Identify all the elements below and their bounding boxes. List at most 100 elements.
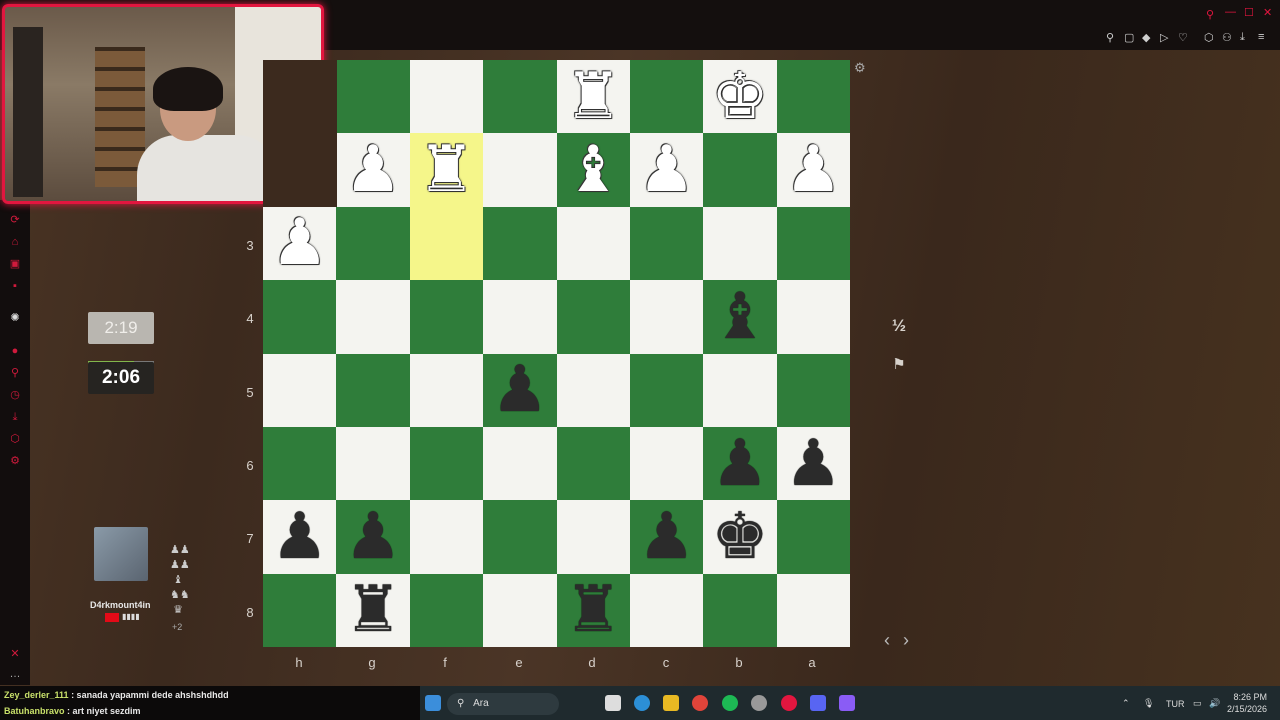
black-bishop-icon[interactable]: ♝ xyxy=(711,285,768,349)
chevron-up-icon[interactable]: ⌃ xyxy=(1122,698,1130,709)
board-square[interactable] xyxy=(776,573,850,647)
black-pawn-icon[interactable]: ♟ xyxy=(638,505,695,569)
board-square[interactable] xyxy=(556,353,630,427)
board-square[interactable] xyxy=(263,426,337,501)
menu-icon[interactable]: ≡ xyxy=(1258,31,1264,43)
start-icon[interactable] xyxy=(425,695,441,711)
minimize-icon[interactable]: — xyxy=(1225,6,1236,18)
resign-button[interactable]: ⚑ xyxy=(885,351,913,379)
board-square[interactable] xyxy=(409,426,484,501)
board-square[interactable] xyxy=(556,500,630,574)
play-icon[interactable]: ▷ xyxy=(1160,31,1168,44)
black-king-icon[interactable]: ♚ xyxy=(711,505,768,569)
board-square[interactable]: ♟ xyxy=(336,133,410,207)
board-square[interactable]: ♜ xyxy=(336,573,410,647)
app-icon[interactable] xyxy=(839,695,855,711)
clock-date[interactable]: 2/15/2026 xyxy=(1227,704,1267,714)
board-square[interactable]: ♝ xyxy=(703,280,777,354)
board-square[interactable] xyxy=(776,353,850,427)
discord-icon[interactable] xyxy=(810,695,826,711)
black-pawn-icon[interactable]: ♟ xyxy=(491,358,548,422)
player-name[interactable]: D4rkmount4in xyxy=(90,600,151,610)
board-square[interactable]: ♟ xyxy=(703,426,777,501)
board-square[interactable] xyxy=(409,206,484,281)
board-square[interactable]: ♚ xyxy=(703,60,777,134)
maximize-icon[interactable]: ☐ xyxy=(1244,6,1254,19)
board-square[interactable] xyxy=(409,500,484,574)
board-square[interactable] xyxy=(629,426,704,501)
twitch-icon[interactable]: ▣ xyxy=(9,258,21,270)
board-square[interactable]: ♟ xyxy=(336,500,410,574)
chatgpt-icon[interactable]: ✺ xyxy=(9,312,21,324)
board-square[interactable] xyxy=(776,60,850,134)
board-square[interactable] xyxy=(409,573,484,647)
board-square[interactable] xyxy=(703,133,777,207)
black-pawn-icon[interactable]: ♟ xyxy=(344,505,401,569)
opera-gx-icon[interactable] xyxy=(781,695,797,711)
board-square[interactable] xyxy=(776,206,850,281)
search-icon[interactable]: ⚲ xyxy=(1206,8,1214,21)
board-square[interactable] xyxy=(629,206,704,281)
previous-move-button[interactable]: ‹ xyxy=(884,630,890,651)
profile-icon[interactable]: ⚇ xyxy=(1222,31,1232,44)
edge-icon[interactable] xyxy=(634,695,650,711)
board-square[interactable] xyxy=(703,206,777,281)
board-settings-icon[interactable]: ⚙ xyxy=(854,60,866,76)
board-square[interactable] xyxy=(336,353,410,427)
network-icon[interactable]: ▭ xyxy=(1193,698,1202,709)
board-square[interactable] xyxy=(483,206,557,281)
more-icon[interactable]: … xyxy=(9,668,21,680)
board-square[interactable]: ♝ xyxy=(556,133,630,207)
black-pawn-icon[interactable]: ♟ xyxy=(785,432,842,496)
clock-time[interactable]: 8:26 PM xyxy=(1227,692,1267,702)
board-square[interactable]: ♟ xyxy=(629,500,704,574)
pin-icon[interactable]: ⚲ xyxy=(1106,31,1114,44)
chrome-icon[interactable] xyxy=(692,695,708,711)
white-pawn-icon[interactable]: ♟ xyxy=(271,211,328,275)
taskbar-search[interactable]: ⚲ Ara xyxy=(447,693,559,715)
language-indicator[interactable]: TUR xyxy=(1166,699,1185,709)
black-pawn-icon[interactable]: ♟ xyxy=(711,432,768,496)
board-square[interactable] xyxy=(483,500,557,574)
board-square[interactable] xyxy=(703,573,777,647)
board-square[interactable]: ♟ xyxy=(263,206,337,281)
extensions-icon[interactable]: ⬡ xyxy=(1204,31,1214,44)
board-square[interactable]: ♟ xyxy=(629,133,704,207)
board-square[interactable] xyxy=(483,60,557,134)
board-square[interactable] xyxy=(483,133,557,207)
board-square[interactable] xyxy=(629,60,704,134)
board-square[interactable] xyxy=(776,500,850,574)
app-icon[interactable]: ▪ xyxy=(9,280,21,292)
board-square[interactable] xyxy=(703,353,777,427)
black-rook-icon[interactable]: ♜ xyxy=(565,578,622,642)
board-square[interactable]: ♟ xyxy=(263,500,337,574)
board-square[interactable] xyxy=(263,573,337,647)
board-square[interactable]: ♜ xyxy=(409,133,484,207)
settings-icon[interactable]: ⚙ xyxy=(9,455,21,467)
board-square[interactable] xyxy=(776,280,850,354)
board-square[interactable]: ♜ xyxy=(556,60,630,134)
board-square[interactable] xyxy=(556,426,630,501)
board-square[interactable] xyxy=(336,426,410,501)
board-square[interactable] xyxy=(409,280,484,354)
board-square[interactable] xyxy=(483,280,557,354)
white-rook-icon[interactable]: ♜ xyxy=(565,65,622,129)
close-icon[interactable]: ✕ xyxy=(1263,6,1272,19)
board-square[interactable] xyxy=(629,573,704,647)
volume-icon[interactable]: 🔊 xyxy=(1209,698,1220,709)
board-square[interactable] xyxy=(263,280,337,354)
white-pawn-icon[interactable]: ♟ xyxy=(638,138,695,202)
board-square[interactable] xyxy=(556,206,630,281)
crop-icon[interactable]: ▢ xyxy=(1124,31,1134,44)
board-square[interactable] xyxy=(483,426,557,501)
board-square[interactable] xyxy=(336,60,410,134)
download-icon[interactable]: ⤓ xyxy=(1240,31,1245,44)
board-square[interactable]: ♜ xyxy=(556,573,630,647)
black-pawn-icon[interactable]: ♟ xyxy=(271,505,328,569)
board-square[interactable] xyxy=(263,353,337,427)
white-pawn-icon[interactable]: ♟ xyxy=(344,138,401,202)
board-square[interactable] xyxy=(336,206,410,281)
board-square[interactable]: ♚ xyxy=(703,500,777,574)
history-icon[interactable]: ◷ xyxy=(9,389,21,401)
downloads-icon[interactable]: ⤓ xyxy=(9,411,21,423)
